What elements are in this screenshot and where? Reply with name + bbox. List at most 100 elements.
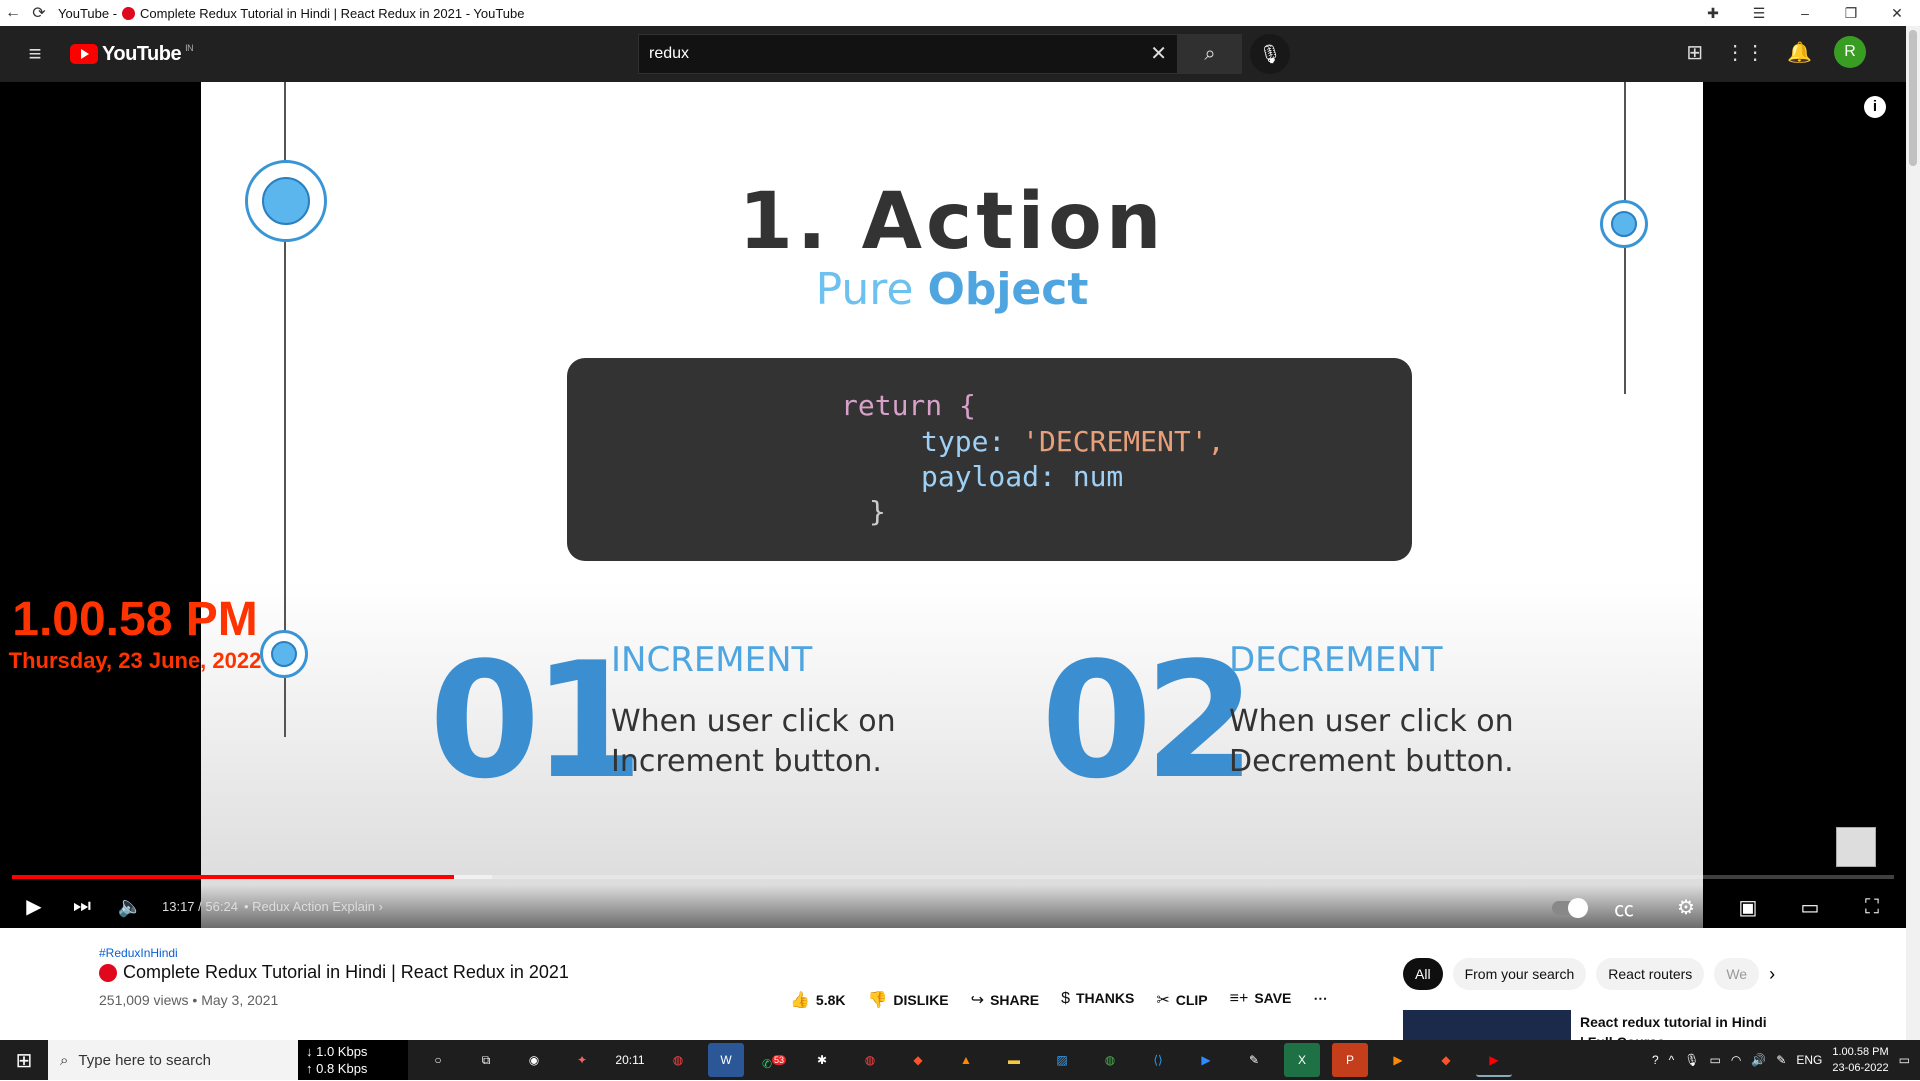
thanks-icon: $ <box>1061 990 1070 1007</box>
figma-icon[interactable]: ✦ <box>564 1043 600 1077</box>
word-icon[interactable]: W <box>708 1043 744 1077</box>
progress-bar[interactable] <box>12 875 1894 879</box>
video-frame: 1. Action Pure Object return { type: 'DE… <box>201 82 1703 928</box>
item-number-2: 02 <box>1041 627 1256 814</box>
chip-all[interactable]: All <box>1403 958 1443 990</box>
notification-center-icon[interactable]: ▭ <box>1899 1053 1910 1067</box>
clear-search-icon[interactable]: ✕ <box>1150 41 1167 66</box>
media-player-icon[interactable]: ▶ <box>1380 1043 1416 1077</box>
window-title-text: Complete Redux Tutorial in Hindi | React… <box>140 5 525 21</box>
item-desc-1: When user click on Increment button. <box>611 704 896 779</box>
youtube-app-icon[interactable]: ▶ <box>1476 1043 1512 1077</box>
create-video-icon[interactable]: ⊞ <box>1686 40 1703 65</box>
autoplay-toggle[interactable] <box>1552 897 1588 918</box>
clip-button[interactable]: ✂ CLIP <box>1156 990 1207 1010</box>
channel-watermark[interactable] <box>1836 827 1876 867</box>
photos-icon[interactable]: ▨ <box>1044 1043 1080 1077</box>
file-explorer-icon[interactable]: ▬ <box>996 1043 1032 1077</box>
snipping-tool-icon[interactable]: ✎ <box>1236 1043 1272 1077</box>
page-scrollbar[interactable] <box>1906 26 1920 1054</box>
view-count: 251,009 views • May 3, 2021 <box>99 992 279 1008</box>
item-desc-2: When user click on Decrement button. <box>1229 704 1514 779</box>
video-player[interactable]: 1. Action Pure Object return { type: 'DE… <box>0 82 1906 928</box>
restore-icon[interactable]: ❐ <box>1828 0 1874 26</box>
clock-app-icon[interactable]: 20:11 <box>612 1043 648 1077</box>
avatar[interactable]: R <box>1834 36 1866 68</box>
windows-start-icon[interactable]: ⊞ <box>0 1048 48 1073</box>
microphone-tray-icon[interactable]: 🎙 <box>1684 1053 1699 1067</box>
settings-gear-icon[interactable]: ⚙ <box>1662 895 1710 920</box>
speaker-icon[interactable]: 🔊 <box>1751 1053 1766 1067</box>
voice-search-button[interactable]: 🎙 <box>1250 34 1290 74</box>
save-button[interactable]: ≡+ SAVE <box>1230 990 1292 1010</box>
minimize-icon[interactable]: – <box>1782 0 1828 26</box>
excel-icon[interactable]: X <box>1284 1043 1320 1077</box>
whatsapp-icon[interactable]: ✆ 53 <box>756 1043 792 1077</box>
search-button[interactable]: ⌕ <box>1178 34 1242 74</box>
slack-icon[interactable]: ✱ <box>804 1043 840 1077</box>
code-line-return: return { <box>841 389 976 422</box>
chapter-button[interactable]: • Redux Action Explain › <box>244 899 383 914</box>
powerpoint-icon[interactable]: P <box>1332 1043 1368 1077</box>
search-input[interactable]: redux ✕ <box>638 34 1178 74</box>
share-button[interactable]: ↪ SHARE <box>971 990 1039 1010</box>
thumbs-down-icon: 👎 <box>867 992 888 1009</box>
chip-react-routers[interactable]: React routers <box>1596 958 1705 990</box>
language-indicator[interactable]: ENG <box>1796 1053 1822 1067</box>
hamburger-menu-icon[interactable]: ≡ <box>0 41 70 67</box>
windows-taskbar: ⊞ ⌕ Type here to search ↓ 1.0 Kbps ↑ 0.8 … <box>0 1040 1920 1080</box>
extensions-icon[interactable]: ✚ <box>1690 0 1736 26</box>
video-title: Complete Redux Tutorial in Hindi | React… <box>99 962 569 983</box>
captions-icon[interactable]: ㏄ <box>1600 893 1648 922</box>
wifi-icon[interactable]: ◠ <box>1731 1053 1741 1067</box>
reload-icon[interactable]: ⟳ <box>26 3 52 23</box>
slide-heading: 1. Action <box>738 177 1166 267</box>
more-icon[interactable]: ⋯ <box>1313 990 1327 1010</box>
task-view-icon[interactable]: ⧉ <box>468 1043 504 1077</box>
close-icon[interactable]: ✕ <box>1874 0 1920 26</box>
volume-icon[interactable]: 🔈 <box>106 894 154 919</box>
cortana-icon[interactable]: ○ <box>420 1043 456 1077</box>
zoom-icon[interactable]: ▶ <box>1188 1043 1224 1077</box>
system-clock[interactable]: 1.00.58 PM 23-06-2022 <box>1832 1044 1888 1076</box>
chip-from-search[interactable]: From your search <box>1452 958 1587 990</box>
notifications-bell-icon[interactable]: 🔔 <box>1787 40 1812 65</box>
vlc-icon[interactable]: ▲ <box>948 1043 984 1077</box>
item-title-2: DECREMENT <box>1229 640 1443 680</box>
chrome-profile-icon[interactable]: ◍ <box>852 1043 888 1077</box>
playlist-add-icon: ≡+ <box>1229 990 1249 1007</box>
like-button[interactable]: 👍 5.8K <box>790 990 846 1010</box>
chevron-up-icon[interactable]: ^ <box>1669 1053 1675 1067</box>
chevron-right-icon[interactable]: › <box>1769 958 1775 990</box>
timecode: 13:17 / 56:24 <box>162 899 238 914</box>
brave-second-icon[interactable]: ◆ <box>1428 1043 1464 1077</box>
theater-mode-icon[interactable]: ▭ <box>1786 895 1834 920</box>
hashtag-link[interactable]: #ReduxInHindi <box>99 946 178 960</box>
next-icon[interactable]: ⏭ <box>58 895 106 918</box>
miniplayer-icon[interactable]: ▣ <box>1724 895 1772 920</box>
menu-icon[interactable]: ☰ <box>1736 0 1782 26</box>
info-icon[interactable]: i <box>1864 96 1886 118</box>
vscode-icon[interactable]: ⟨⟩ <box>1140 1043 1176 1077</box>
play-icon[interactable]: ▶ <box>10 894 58 919</box>
youtube-logo[interactable]: YouTube IN <box>70 43 194 66</box>
help-icon[interactable]: ? <box>1652 1053 1659 1067</box>
obs-icon[interactable]: ◉ <box>516 1043 552 1077</box>
apps-grid-icon[interactable]: ⋮⋮ <box>1725 40 1765 65</box>
chip-we[interactable]: We <box>1714 958 1760 990</box>
chrome-work-icon[interactable]: ◍ <box>1092 1043 1128 1077</box>
youtube-header: ≡ YouTube IN redux ✕ ⌕ 🎙 ⊞ ⋮⋮ 🔔 R <box>0 26 1906 82</box>
scrollbar-thumb[interactable] <box>1909 30 1917 166</box>
pen-icon[interactable]: ✎ <box>1776 1053 1786 1067</box>
thanks-button[interactable]: $ THANKS <box>1061 990 1134 1010</box>
logo-region: IN <box>185 43 194 53</box>
fullscreen-icon[interactable]: ⛶ <box>1848 896 1896 919</box>
dislike-button[interactable]: 👎 DISLIKE <box>868 990 949 1010</box>
video-details: #ReduxInHindi Complete Redux Tutorial in… <box>0 928 1906 1054</box>
battery-icon[interactable]: ▭ <box>1710 1053 1721 1067</box>
taskbar-search-input[interactable]: ⌕ Type here to search <box>48 1040 298 1080</box>
live-dot-icon <box>99 963 117 982</box>
brave-icon[interactable]: ◆ <box>900 1043 936 1077</box>
chrome-icon[interactable]: ◍ <box>660 1043 696 1077</box>
back-arrow-icon[interactable]: ← <box>0 4 26 22</box>
